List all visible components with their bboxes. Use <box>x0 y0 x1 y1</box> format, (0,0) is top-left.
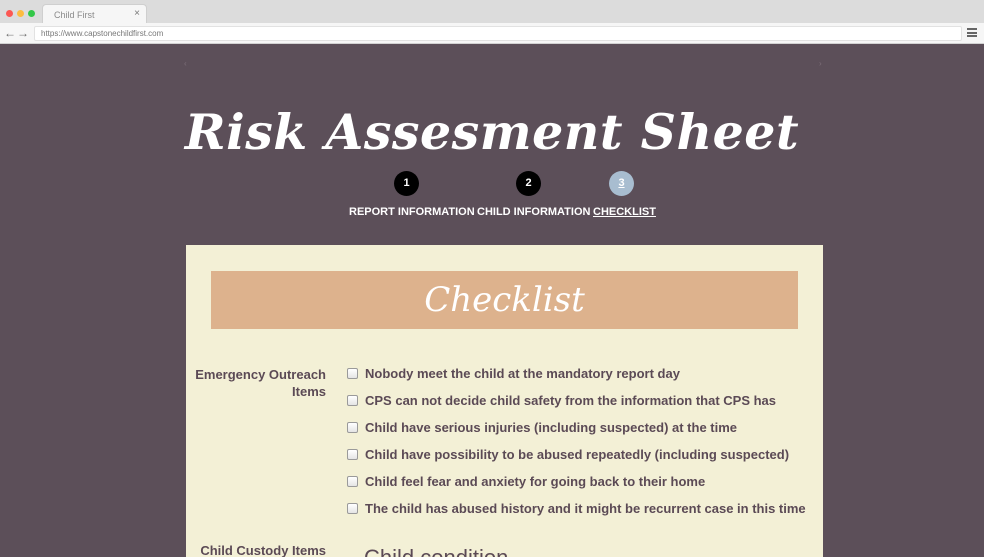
close-tab-icon[interactable]: × <box>134 8 140 19</box>
checklist-item-label[interactable]: The child has abused history and it migh… <box>365 501 806 517</box>
checkbox[interactable] <box>347 395 358 406</box>
step-number-badge: 2 <box>516 171 541 196</box>
child-custody-label: Child Custody Items <box>200 543 326 557</box>
corner-mark-left: ‹ <box>184 59 187 68</box>
browser-toolbar: ← → https://www.capstonechildfirst.com <box>0 23 984 44</box>
step-number-badge: 1 <box>394 171 419 196</box>
step-label: CHILD INFORMATION <box>477 206 591 218</box>
window-maximize-button[interactable] <box>28 10 35 17</box>
address-bar[interactable]: https://www.capstonechildfirst.com <box>34 26 962 41</box>
checkbox[interactable] <box>347 422 358 433</box>
emergency-outreach-label: Emergency Outreach Items <box>195 367 326 399</box>
checkbox[interactable] <box>347 449 358 460</box>
window-minimize-button[interactable] <box>17 10 24 17</box>
url-text: https://www.capstonechildfirst.com <box>41 29 164 38</box>
checklist-header: Checklist <box>211 271 798 329</box>
corner-mark-right: › <box>819 59 822 68</box>
checklist-item-label[interactable]: Child have possibility to be abused repe… <box>365 447 789 463</box>
step-number-badge: 3 <box>609 171 634 196</box>
hamburger-menu-icon[interactable] <box>967 28 977 37</box>
checklist-item-label[interactable]: Child have serious injuries (including s… <box>365 420 737 436</box>
window-close-button[interactable] <box>6 10 13 17</box>
child-condition-heading: Child condition <box>364 545 508 557</box>
checklist-item-label[interactable]: Child feel fear and anxiety for going ba… <box>365 474 705 490</box>
checklist-item-label[interactable]: CPS can not decide child safety from the… <box>365 393 776 409</box>
tab-title: Child First <box>54 10 95 20</box>
back-arrow-icon[interactable]: ← <box>4 26 16 40</box>
checkbox[interactable] <box>347 503 358 514</box>
step-label: REPORT INFORMATION <box>349 206 475 218</box>
browser-tab[interactable]: Child First × <box>42 4 147 23</box>
forward-arrow-icon[interactable]: → <box>17 26 29 40</box>
checklist-heading: Checklist <box>424 280 585 320</box>
checkbox[interactable] <box>347 476 358 487</box>
page-content: ‹ › Risk Assesment Sheet 1 REPORT INFORM… <box>0 45 984 557</box>
browser-titlebar: Child First × <box>0 0 984 23</box>
checklist-card: Checklist Emergency Outreach Items Nobod… <box>186 245 823 557</box>
step-label: CHECKLIST <box>593 206 656 218</box>
checkbox[interactable] <box>347 368 358 379</box>
page-title: Risk Assesment Sheet <box>184 103 800 161</box>
checklist-item-label[interactable]: Nobody meet the child at the mandatory r… <box>365 366 680 382</box>
